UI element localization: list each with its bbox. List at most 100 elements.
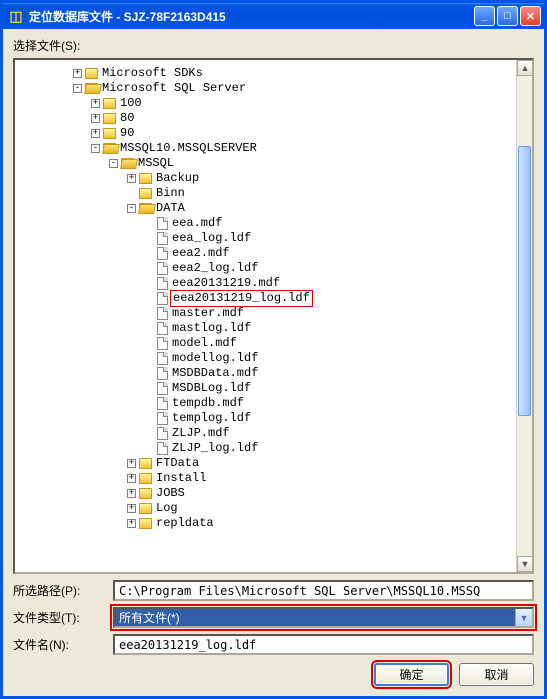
selected-path-label: 所选路径(P): [13,582,103,599]
tree-file-node[interactable]: eea20131219.mdf [19,276,528,291]
vertical-scrollbar[interactable]: ▲ ▼ [516,60,532,572]
file-icon [157,427,168,440]
tree-folder-node[interactable]: - DATA [19,201,528,216]
expand-icon[interactable]: + [127,474,136,483]
scrollbar-track[interactable] [517,76,532,556]
tree-file-node[interactable]: modellog.ldf [19,351,528,366]
tree-folder-node[interactable]: +FTData [19,456,528,471]
collapse-icon[interactable]: - [127,204,136,213]
file-icon [157,397,168,410]
expand-icon[interactable]: + [91,99,100,108]
expand-icon[interactable]: + [91,129,100,138]
expand-icon[interactable]: + [127,504,136,513]
tree-file-node[interactable]: mastlog.ldf [19,321,528,336]
expand-icon[interactable]: + [127,459,136,468]
scroll-up-button[interactable]: ▲ [517,60,533,76]
tree-node-label: Binn [156,186,185,201]
minimize-button[interactable]: _ [474,6,495,26]
ok-button[interactable]: 确定 [374,663,449,686]
select-file-label: 选择文件(S): [13,37,534,54]
tree-file-node[interactable]: model.mdf [19,336,528,351]
tree-node-label: eea.mdf [172,216,222,231]
tree-node-label: repldata [156,516,214,531]
file-tree[interactable]: + Microsoft SDKs-Microsoft SQL Server+100… [15,60,532,537]
tree-file-node[interactable]: master.mdf [19,306,528,321]
folder-icon [139,473,152,484]
folder-open-icon [103,143,116,154]
tree-node-label: eea20131219.mdf [172,276,280,291]
file-name-field[interactable]: eea20131219_log.ldf [113,634,534,655]
expand-icon[interactable]: + [91,114,100,123]
folder-icon [103,113,116,124]
tree-file-node[interactable]: MSDBLog.ldf [19,381,528,396]
tree-file-node[interactable]: eea2.mdf [19,246,528,261]
expand-icon[interactable]: + [127,519,136,528]
tree-node-label: master.mdf [172,306,244,321]
tree-file-node[interactable]: ZLJP_log.ldf [19,441,528,456]
chevron-down-icon[interactable]: ▼ [515,609,532,626]
tree-file-node[interactable]: eea2_log.ldf [19,261,528,276]
tree-node-label: DATA [156,201,185,216]
tree-node-label: Microsoft SDKs [102,66,203,81]
tree-node-label: 90 [120,126,134,141]
file-icon [157,322,168,335]
tree-file-node[interactable]: tempdb.mdf [19,396,528,411]
scrollbar-thumb[interactable] [518,146,531,416]
file-icon [157,277,168,290]
tree-node-label: ZLJP_log.ldf [172,441,258,456]
collapse-icon[interactable]: - [73,84,82,93]
tree-node-label: Log [156,501,178,516]
file-icon [157,442,168,455]
tree-folder-node[interactable]: +80 [19,111,528,126]
file-type-combo[interactable]: 所有文件(*) ▼ [113,607,534,628]
tree-folder-node[interactable]: + Microsoft SDKs [19,66,528,81]
selected-path-field[interactable]: C:\Program Files\Microsoft SQL Server\MS… [113,580,534,601]
file-icon [157,337,168,350]
tree-folder-node[interactable]: +Backup [19,171,528,186]
tree-file-node[interactable]: templog.ldf [19,411,528,426]
tree-node-label: 80 [120,111,134,126]
tree-file-node[interactable]: MSDBData.mdf [19,366,528,381]
tree-node-label: JOBS [156,486,185,501]
tree-file-node[interactable]: eea_log.ldf [19,231,528,246]
tree-node-label: mastlog.ldf [172,321,251,336]
tree-folder-node[interactable]: +Install [19,471,528,486]
scroll-down-button[interactable]: ▼ [517,556,533,572]
file-type-label: 文件类型(T): [13,609,103,626]
tree-folder-node[interactable]: + Log [19,501,528,516]
expand-icon[interactable]: + [127,489,136,498]
file-icon [157,367,168,380]
collapse-icon[interactable]: - [109,159,118,168]
tree-file-node[interactable]: eea.mdf [19,216,528,231]
tree-file-node[interactable]: ZLJP.mdf [19,426,528,441]
tree-folder-node[interactable]: + repldata [19,516,528,531]
tree-folder-node[interactable]: -MSSQL10.MSSQLSERVER [19,141,528,156]
file-icon [157,232,168,245]
collapse-icon[interactable]: - [91,144,100,153]
tree-folder-node[interactable]: -Microsoft SQL Server [19,81,528,96]
close-button[interactable]: ✕ [520,6,541,26]
maximize-button[interactable]: □ [497,6,518,26]
folder-icon [139,503,152,514]
tree-folder-node[interactable]: +90 [19,126,528,141]
window-title: 定位数据库文件 - SJZ-78F2163D415 [29,8,474,25]
tree-file-node[interactable]: eea20131219_log.ldf [19,291,528,306]
database-icon: ◫ [8,8,24,24]
titlebar[interactable]: ◫ 定位数据库文件 - SJZ-78F2163D415 _ □ ✕ [3,3,544,29]
tree-folder-node[interactable]: +100 [19,96,528,111]
tree-folder-node[interactable]: - MSSQL [19,156,528,171]
folder-icon [139,173,152,184]
tree-folder-node[interactable]: + JOBS [19,486,528,501]
expand-icon[interactable]: + [73,69,82,78]
file-icon [157,247,168,260]
folder-icon [139,488,152,499]
expand-icon[interactable]: + [127,174,136,183]
tree-node-label: MSSQL [138,156,174,171]
cancel-button[interactable]: 取消 [459,663,534,686]
file-icon [157,412,168,425]
folder-icon [103,128,116,139]
file-type-value: 所有文件(*) [119,609,515,626]
tree-folder-node[interactable]: Binn [19,186,528,201]
file-name-label: 文件名(N): [13,636,103,653]
file-icon [157,352,168,365]
